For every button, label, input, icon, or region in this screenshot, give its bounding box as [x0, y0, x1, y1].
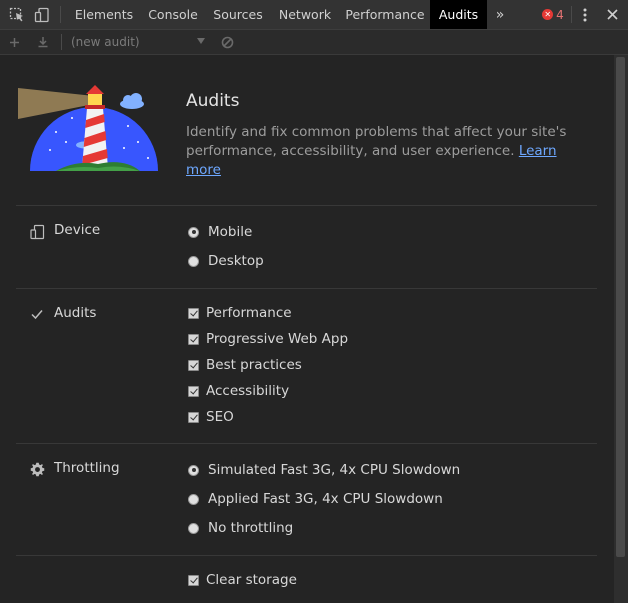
option-label: Clear storage: [206, 572, 297, 588]
page-title: Audits: [186, 91, 240, 111]
option-label: No throttling: [208, 520, 294, 536]
audit-select[interactable]: (new audit): [71, 30, 209, 54]
throttling-section-label: Throttling: [54, 460, 120, 476]
download-report-icon[interactable]: [37, 30, 49, 54]
inspect-element-icon[interactable]: [6, 0, 28, 29]
device-section-label: Device: [54, 222, 101, 238]
checkbox[interactable]: [188, 574, 199, 586]
checkbox[interactable]: [188, 307, 199, 319]
option-label: Applied Fast 3G, 4x CPU Slowdown: [208, 491, 443, 507]
error-icon: ✕: [542, 9, 554, 20]
audit-option-seo[interactable]: SEO: [188, 407, 234, 427]
radio-button[interactable]: [188, 255, 199, 267]
audit-option-pwa[interactable]: Progressive Web App: [188, 329, 348, 349]
section-divider: [16, 555, 597, 556]
clear-all-icon[interactable]: [221, 30, 234, 54]
throttling-option-applied[interactable]: Applied Fast 3G, 4x CPU Slowdown: [188, 489, 443, 509]
toolbar-divider: [571, 6, 572, 23]
section-divider: [16, 288, 597, 289]
tab-network[interactable]: Network: [270, 0, 340, 29]
audit-select-value: (new audit): [71, 35, 140, 49]
tab-audits[interactable]: Audits: [430, 0, 487, 29]
device-icon: [28, 223, 46, 241]
radio-button[interactable]: [188, 493, 199, 505]
page-description: Identify and fix common problems that af…: [186, 123, 586, 180]
tab-sources[interactable]: Sources: [206, 0, 270, 29]
option-label: Performance: [206, 305, 292, 321]
throttling-option-none[interactable]: No throttling: [188, 518, 293, 538]
vertical-scrollbar[interactable]: [614, 55, 628, 603]
option-label: Best practices: [206, 357, 302, 373]
audit-option-performance[interactable]: Performance: [188, 303, 292, 323]
checkbox[interactable]: [188, 359, 199, 371]
gear-icon: [28, 460, 46, 478]
device-option-desktop[interactable]: Desktop: [188, 251, 264, 271]
checkbox[interactable]: [188, 385, 199, 397]
close-icon[interactable]: [602, 0, 622, 29]
option-label: Desktop: [208, 253, 264, 269]
checkbox[interactable]: [188, 333, 199, 345]
option-label: Simulated Fast 3G, 4x CPU Slowdown: [208, 462, 461, 478]
error-counter[interactable]: ✕ 4: [538, 0, 568, 29]
dropdown-arrow-icon: [197, 38, 205, 44]
toolbar-divider: [61, 34, 62, 50]
option-label: Mobile: [208, 224, 253, 240]
devtools-tab-bar: Elements Console Sources Network Perform…: [0, 0, 628, 30]
kebab-menu-icon[interactable]: [576, 0, 594, 29]
toolbar-divider: [60, 6, 61, 23]
section-divider: [16, 443, 597, 444]
radio-button[interactable]: [188, 226, 199, 238]
add-audit-icon[interactable]: [9, 30, 20, 54]
description-text: Identify and fix common problems that af…: [186, 124, 567, 159]
device-toolbar-icon[interactable]: [31, 0, 53, 29]
throttling-option-simulated[interactable]: Simulated Fast 3G, 4x CPU Slowdown: [188, 460, 460, 480]
audits-toolbar: (new audit): [0, 30, 628, 55]
section-divider: [16, 205, 597, 206]
radio-button[interactable]: [188, 464, 199, 476]
scrollbar-thumb[interactable]: [616, 57, 625, 557]
audits-section-label: Audits: [54, 305, 97, 321]
checkmark-icon: [28, 305, 46, 323]
device-option-mobile[interactable]: Mobile: [188, 222, 252, 242]
audit-option-accessibility[interactable]: Accessibility: [188, 381, 289, 401]
tab-performance[interactable]: Performance: [340, 0, 430, 29]
option-label: Progressive Web App: [206, 331, 349, 347]
option-label: SEO: [206, 409, 234, 425]
lighthouse-logo: [16, 80, 162, 172]
radio-button[interactable]: [188, 522, 199, 534]
option-label: Accessibility: [206, 383, 290, 399]
error-count: 4: [556, 7, 564, 22]
more-tabs-chevron-icon[interactable]: »: [492, 0, 508, 29]
tab-elements[interactable]: Elements: [68, 0, 140, 29]
audits-start-panel: Audits Identify and fix common problems …: [0, 55, 613, 603]
audit-option-best-practices[interactable]: Best practices: [188, 355, 302, 375]
tab-console[interactable]: Console: [140, 0, 206, 29]
clear-storage-option[interactable]: Clear storage: [188, 570, 297, 590]
checkbox[interactable]: [188, 411, 199, 423]
